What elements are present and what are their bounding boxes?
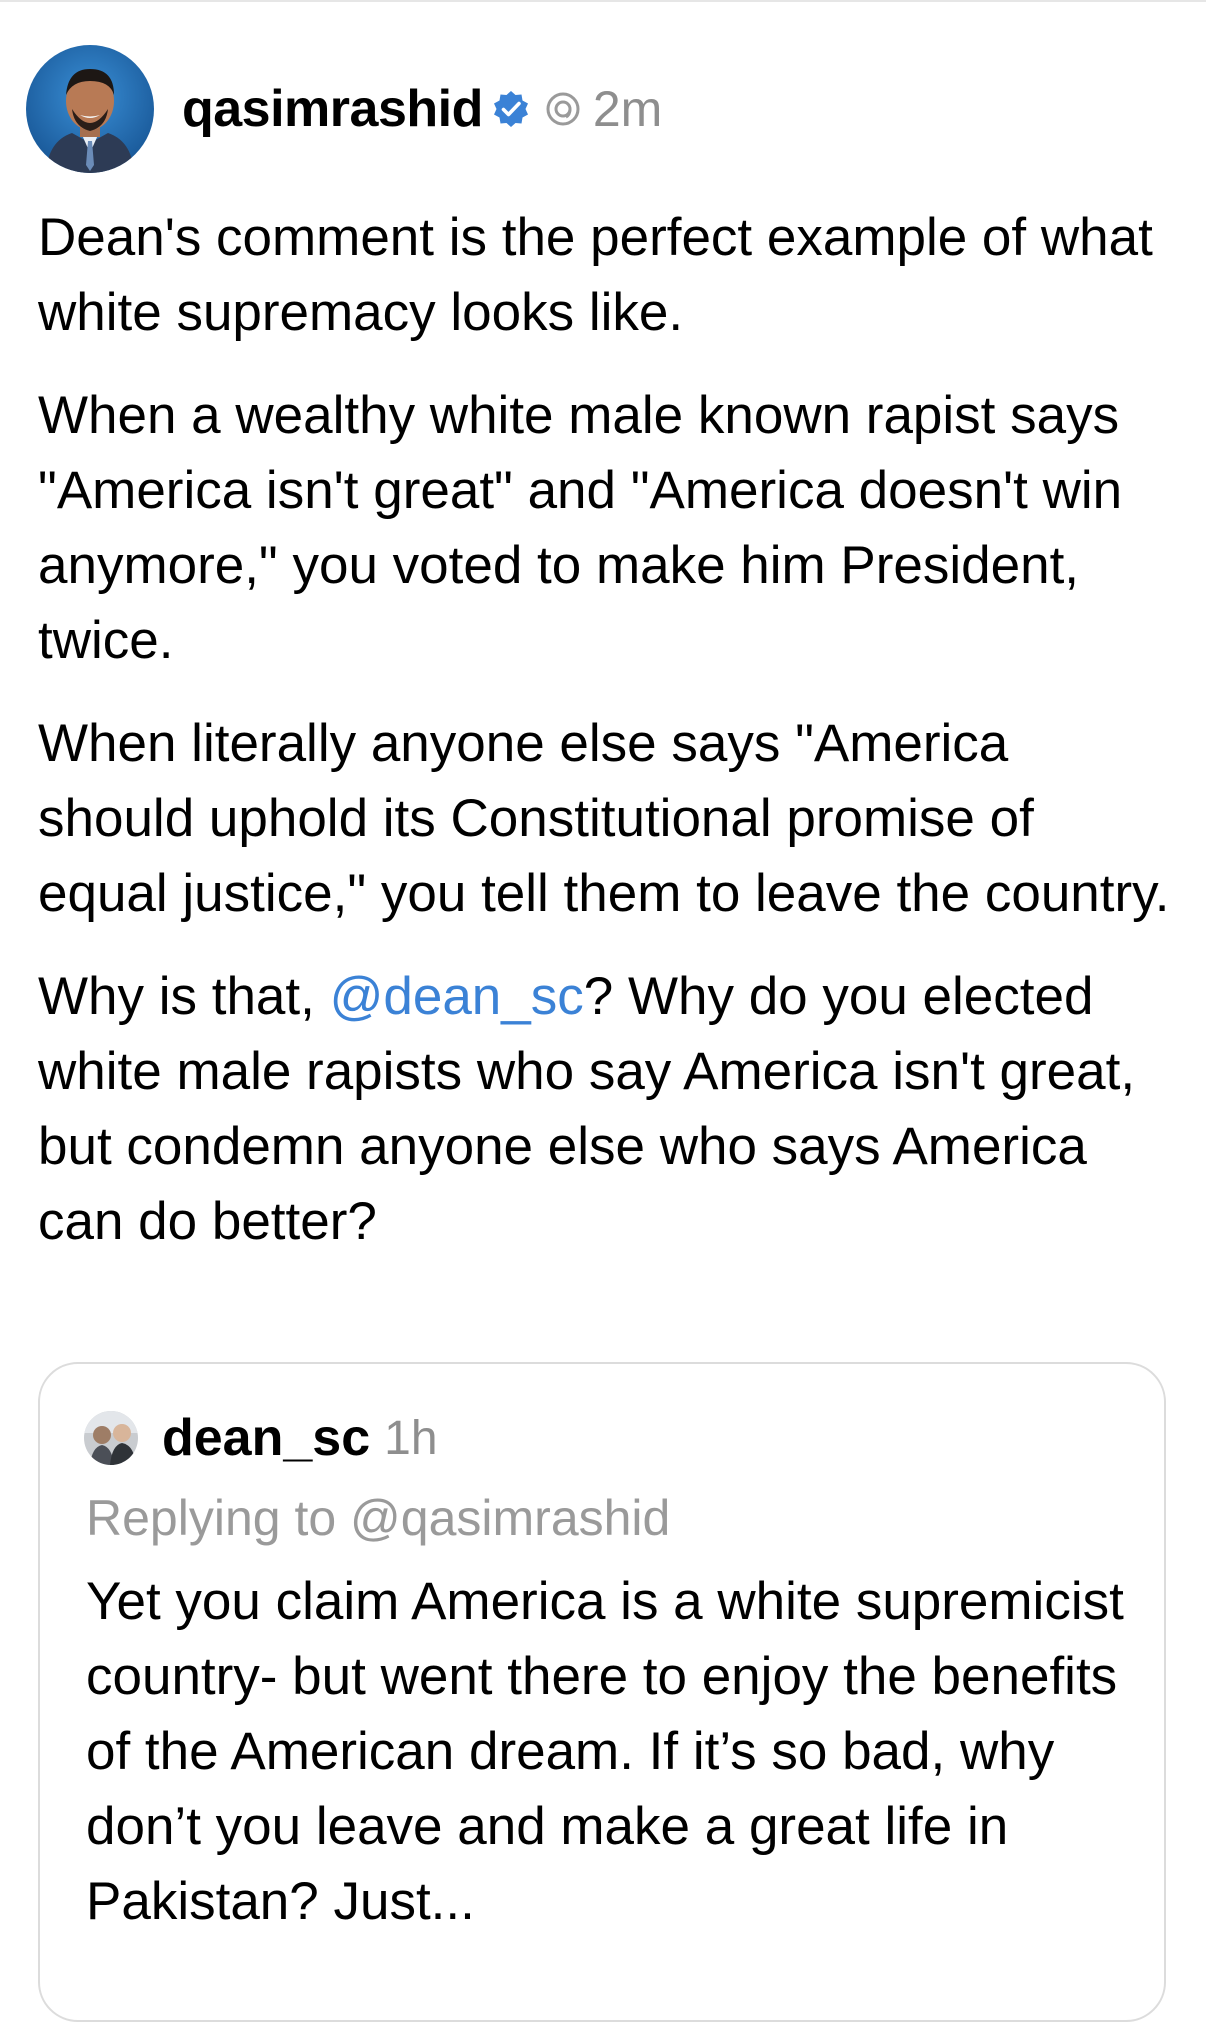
threads-logo-icon xyxy=(545,91,581,127)
paragraph-4-lead: Why is that, xyxy=(38,967,330,1026)
quoted-author-username[interactable]: dean_sc xyxy=(162,1408,370,1468)
quoted-post-text: Yet you claim America is a white supremi… xyxy=(86,1572,1124,1931)
author-username[interactable]: qasimrashid xyxy=(182,79,483,139)
quoted-post-card[interactable]: dean_sc 1h Replying to @qasimrashid Yet … xyxy=(38,1362,1166,2022)
post-body: Dean's comment is the perfect example of… xyxy=(38,200,1178,1287)
quoted-author-avatar[interactable] xyxy=(84,1411,138,1465)
post-header: qasimrashid 2m xyxy=(26,44,662,174)
post-paragraph-2: When a wealthy white male known rapist s… xyxy=(38,386,1123,670)
post-timestamp: 2m xyxy=(592,81,663,137)
replying-to-label: Replying to @qasimrashid xyxy=(86,1490,671,1546)
quoted-post-timestamp: 1h xyxy=(384,1411,438,1465)
post-paragraph-1: Dean's comment is the perfect example of… xyxy=(38,208,1153,342)
post-paragraph-3: When literally anyone else says "America… xyxy=(38,714,1170,923)
thread-post: qasimrashid 2m Dean's comment is the per… xyxy=(0,0,1206,2022)
author-avatar[interactable] xyxy=(26,45,154,173)
post-paragraph-4: Why is that, @dean_sc? Why do you electe… xyxy=(38,959,1178,1259)
quoted-post-header: dean_sc 1h xyxy=(84,1408,438,1468)
mention-link[interactable]: @dean_sc xyxy=(330,967,584,1026)
verified-badge-icon xyxy=(491,89,531,129)
